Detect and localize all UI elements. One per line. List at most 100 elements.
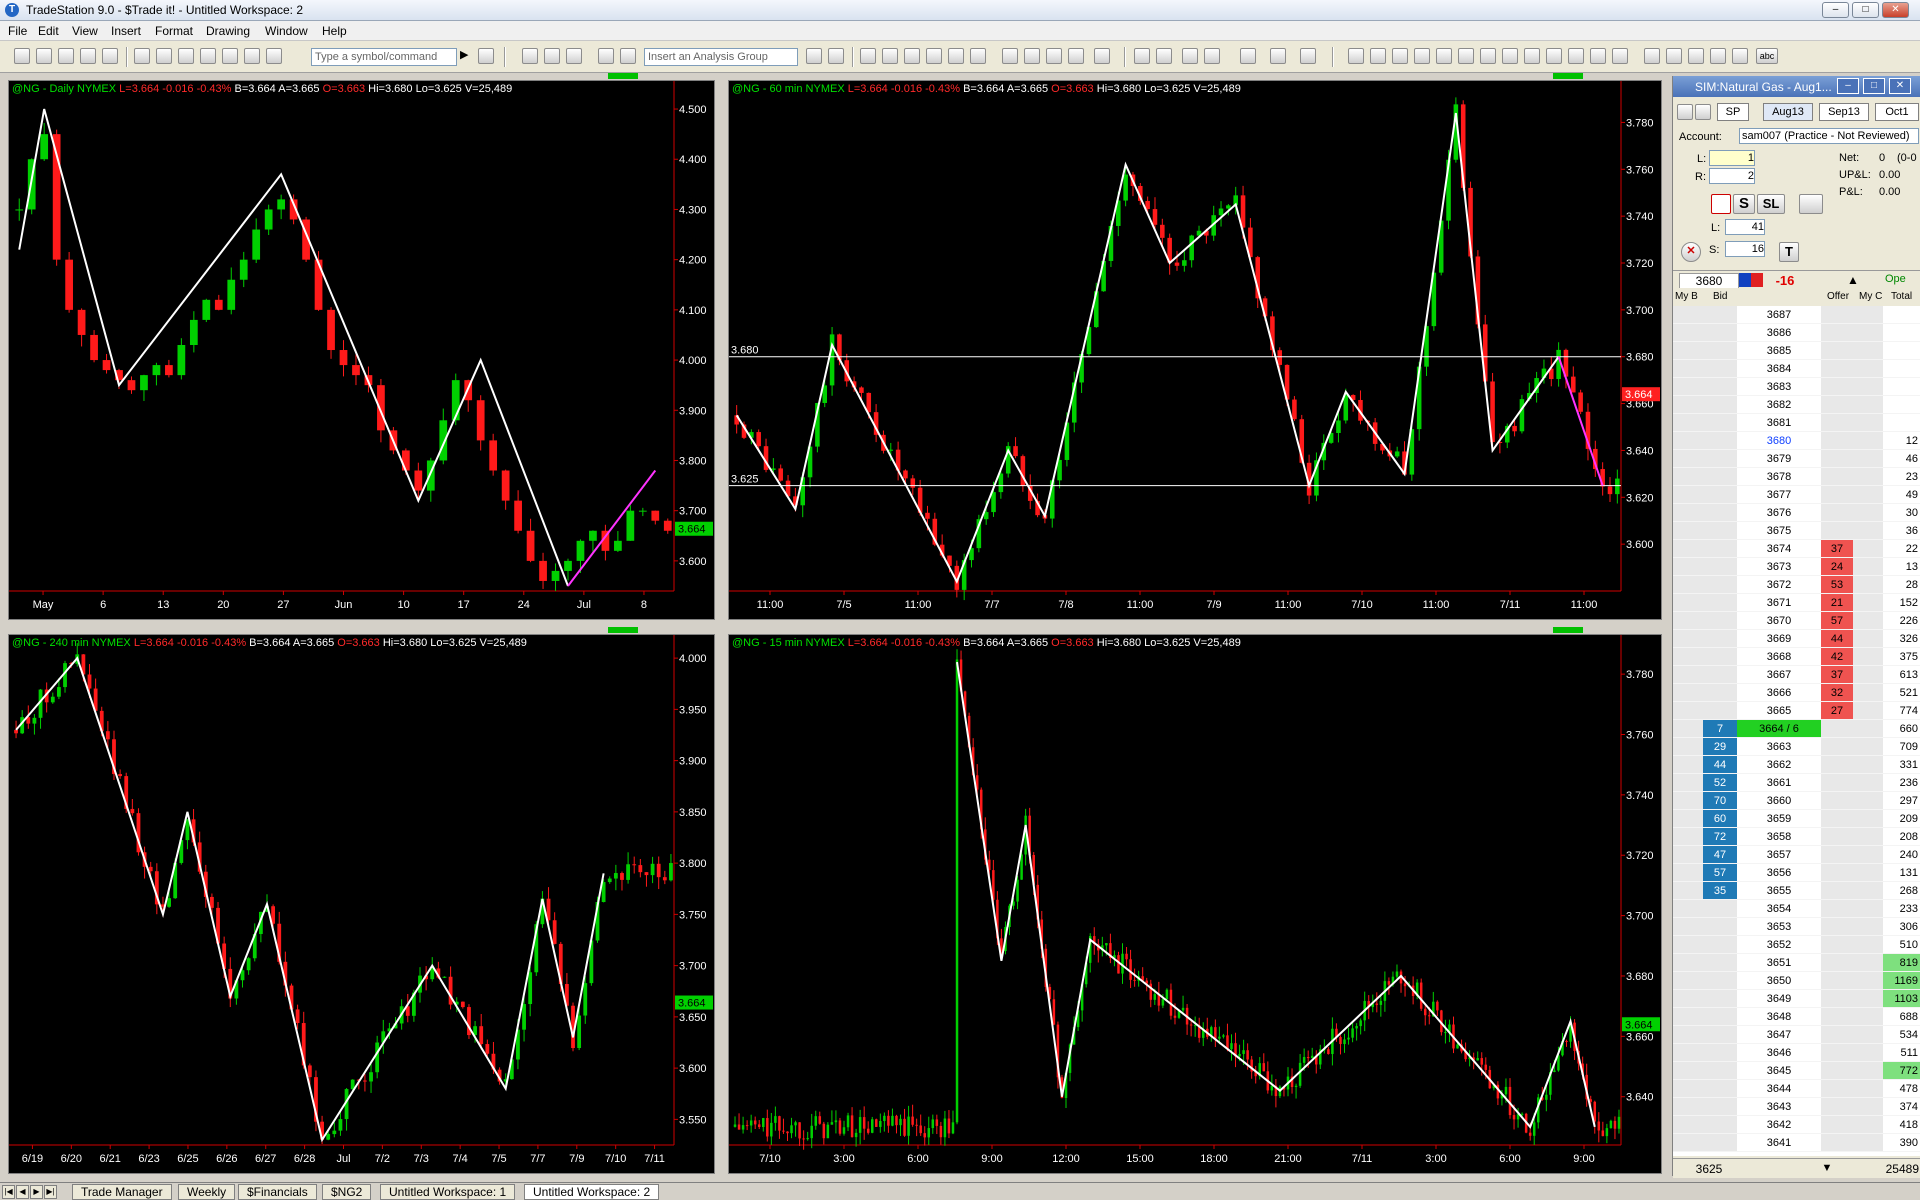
range-input[interactable]: 2 [1709, 168, 1755, 184]
cycle-icon[interactable] [1568, 48, 1584, 64]
ladder-row[interactable]: 3642 418 [1673, 1116, 1920, 1134]
ladder-row[interactable]: 3647 534 [1673, 1026, 1920, 1044]
chart-daily[interactable]: 4.500 4.400 4.300 4.200 4.100 4.000 3.900 3.800… [8, 80, 715, 620]
ladder-row[interactable]: 3671 21 152 [1673, 594, 1920, 612]
channel-icon[interactable] [1414, 48, 1430, 64]
bracket-icon[interactable] [1711, 194, 1731, 214]
indicator-icon[interactable] [806, 48, 822, 64]
expand-icon[interactable] [1002, 48, 1018, 64]
folder-icon[interactable] [102, 48, 118, 64]
chart-240min[interactable]: 4.000 3.950 3.900 3.850 3.800 3.750 3.700 3.650… [8, 634, 715, 1174]
tab-last-icon[interactable]: ▶| [44, 1185, 57, 1199]
printer-icon[interactable] [156, 48, 172, 64]
ladder-row[interactable]: 44 3662 331 [1673, 756, 1920, 774]
ohlc-icon[interactable] [970, 48, 986, 64]
tab-workspace-1[interactable]: Untitled Workspace: 1 [380, 1184, 516, 1200]
scroll-up-icon[interactable]: ▲ [1823, 273, 1883, 287]
copy-icon[interactable] [80, 48, 96, 64]
chart-15min[interactable]: 3.780 3.760 3.740 3.720 3.700 3.680 3.660 3.640… [728, 634, 1662, 1174]
ladder-row[interactable]: 3673 24 13 [1673, 558, 1920, 576]
pane-handle[interactable] [608, 627, 638, 633]
ladder-row[interactable]: 3674 37 22 [1673, 540, 1920, 558]
matrix-close-button[interactable]: ✕ [1889, 78, 1911, 94]
ladder-row[interactable]: 3653 306 [1673, 918, 1920, 936]
lock-icon[interactable] [222, 48, 238, 64]
ladder-row[interactable]: 3681 [1673, 414, 1920, 432]
ladder-row[interactable]: 3682 [1673, 396, 1920, 414]
ladder-row[interactable]: 3678 23 [1673, 468, 1920, 486]
ladder-row[interactable]: 72 3658 208 [1673, 828, 1920, 846]
exchange-dropdown[interactable]: SP [1717, 103, 1749, 121]
menu-view[interactable]: View [72, 24, 98, 38]
menu-insert[interactable]: Insert [111, 24, 141, 38]
zoom-out-icon[interactable] [1156, 48, 1172, 64]
ladder-row[interactable]: 3641 390 [1673, 1134, 1920, 1152]
matrix-globe-icon[interactable] [1695, 104, 1711, 120]
trendline-icon[interactable] [1348, 48, 1364, 64]
rectangle-icon[interactable] [1732, 48, 1748, 64]
short-qty-input[interactable]: 16 [1725, 241, 1765, 257]
matrix-maximize-button[interactable]: □ [1863, 78, 1885, 94]
palette-icon[interactable] [266, 48, 282, 64]
ladder-row[interactable]: 3652 510 [1673, 936, 1920, 954]
arrow-up-icon[interactable] [1688, 48, 1704, 64]
vertical-lines-icon[interactable] [1370, 48, 1386, 64]
minimize-button[interactable]: – [1822, 2, 1849, 18]
ladder-row[interactable]: 3684 [1673, 360, 1920, 378]
play-icon[interactable]: ▶ [460, 48, 476, 64]
candle-filled-icon[interactable] [904, 48, 920, 64]
chart-icon[interactable] [522, 48, 538, 64]
limit-offset-input[interactable]: 1 [1709, 150, 1755, 166]
ladder-row[interactable]: 3668 42 375 [1673, 648, 1920, 666]
bar-spacing-icon[interactable] [1068, 48, 1084, 64]
layout-icon[interactable] [200, 48, 216, 64]
hollow-candle-icon[interactable] [948, 48, 964, 64]
drawing-icon[interactable] [1300, 48, 1316, 64]
ladder-row[interactable]: 29 3663 709 [1673, 738, 1920, 756]
tab-prev-icon[interactable]: ◀ [16, 1185, 29, 1199]
flag-icon[interactable] [1046, 48, 1062, 64]
ladder-row[interactable]: 60 3659 209 [1673, 810, 1920, 828]
text-tool-icon[interactable]: abc [1756, 48, 1778, 64]
ladder-row[interactable]: 3644 478 [1673, 1080, 1920, 1098]
window-icon[interactable] [178, 48, 194, 64]
zoom-in-icon[interactable] [1134, 48, 1150, 64]
arc-icon[interactable] [1590, 48, 1606, 64]
gann-icon[interactable] [1502, 48, 1518, 64]
target-button[interactable]: T [1779, 242, 1799, 262]
ladder-row[interactable]: 3650 1169 [1673, 972, 1920, 990]
tab-oct1[interactable]: Oct1 [1875, 103, 1919, 121]
ladder-row[interactable]: 3677 49 [1673, 486, 1920, 504]
grid-icon[interactable] [244, 48, 260, 64]
menu-help[interactable]: Help [322, 24, 347, 38]
scroll-down-icon[interactable]: ▼ [1797, 1162, 1857, 1174]
candle-icon[interactable] [882, 48, 898, 64]
ladder-row[interactable]: 3669 44 326 [1673, 630, 1920, 648]
ladder-row[interactable]: 3667 37 613 [1673, 666, 1920, 684]
strategy-icon[interactable] [828, 48, 844, 64]
ladder-row[interactable]: 3679 46 [1673, 450, 1920, 468]
speed-lines-icon[interactable] [1458, 48, 1474, 64]
matrix-icon[interactable] [566, 48, 582, 64]
stop-limit-button[interactable]: SL [1757, 194, 1785, 214]
pointer-icon[interactable] [1182, 48, 1198, 64]
bar-icon[interactable] [860, 48, 876, 64]
ladder-row[interactable]: 70 3660 297 [1673, 792, 1920, 810]
menu-format[interactable]: Format [155, 24, 193, 38]
menu-edit[interactable]: Edit [38, 24, 59, 38]
tab-aug13[interactable]: Aug13 [1763, 103, 1813, 121]
tab-financials[interactable]: $Financials [238, 1184, 317, 1200]
snapshot-icon[interactable] [1270, 48, 1286, 64]
menu-drawing[interactable]: Drawing [206, 24, 250, 38]
matrix-settings-icon[interactable] [1677, 104, 1693, 120]
stop-button[interactable]: S [1733, 194, 1755, 214]
open-icon[interactable] [36, 48, 52, 64]
analysis-group-input[interactable]: Insert an Analysis Group [644, 48, 798, 66]
volume-icon[interactable] [926, 48, 942, 64]
andrews-icon[interactable] [1480, 48, 1496, 64]
ladder-row[interactable]: 3680 12 [1673, 432, 1920, 450]
price-ladder[interactable]: 3687 3686 3685 3684 3683 3682 3681 3680 12 3679 46… [1673, 306, 1920, 1156]
pane-handle[interactable] [1553, 73, 1583, 79]
ladder-row[interactable]: 3651 819 [1673, 954, 1920, 972]
horizontal-lines-icon[interactable] [1392, 48, 1408, 64]
